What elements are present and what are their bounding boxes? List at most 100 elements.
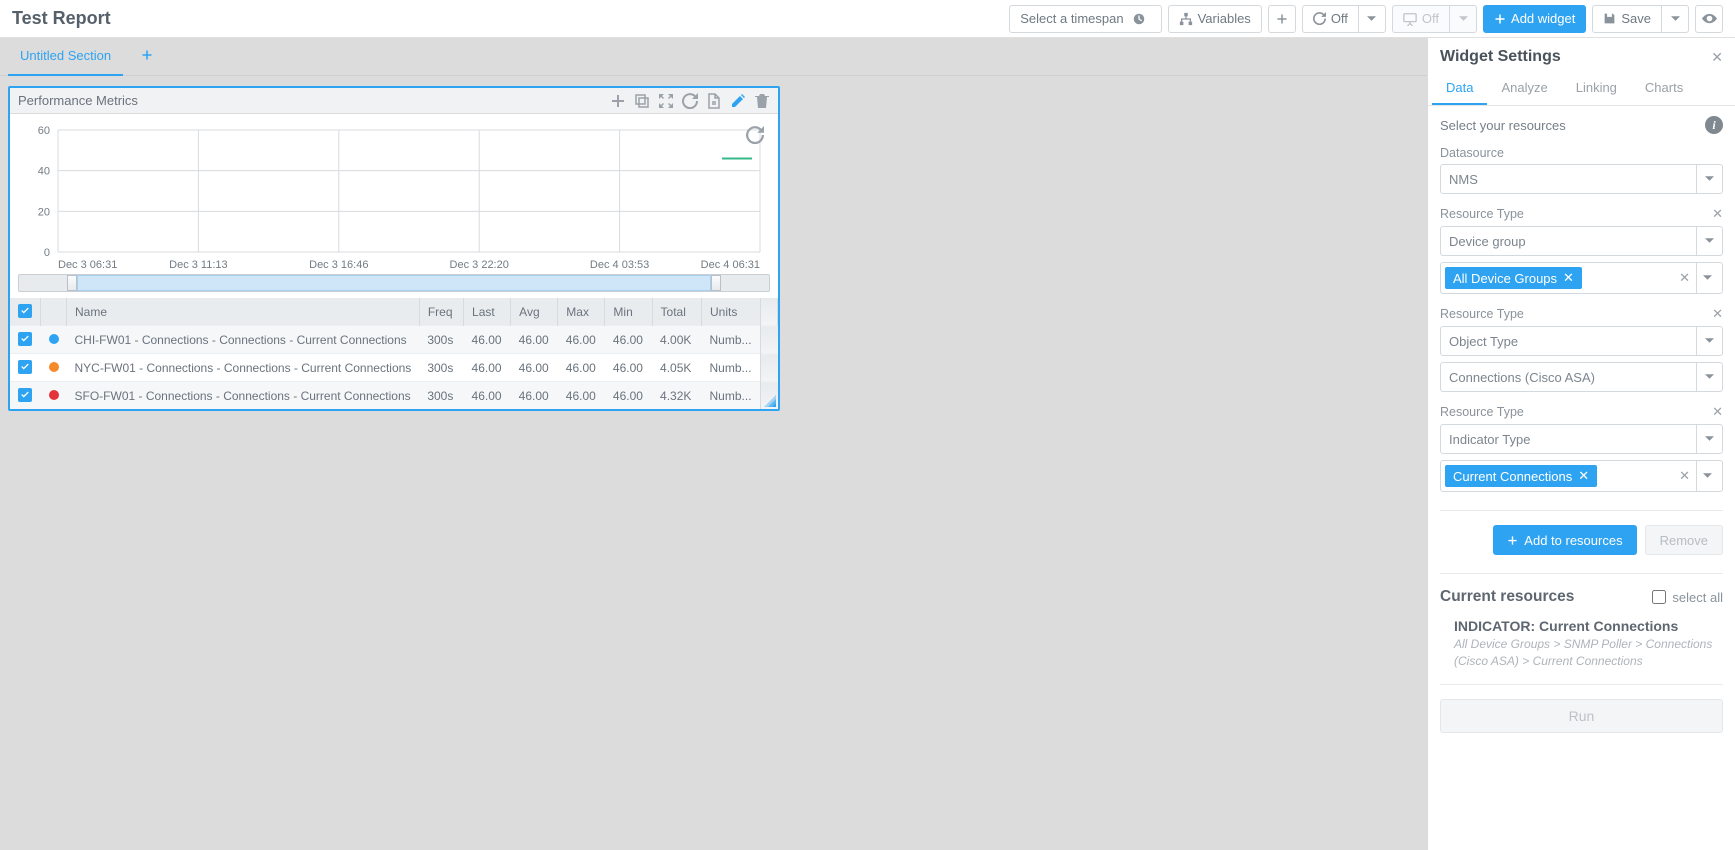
info-icon[interactable]: i (1705, 116, 1723, 134)
label-resource-type-2: Resource Type (1440, 307, 1524, 321)
cell-max: 46.00 (558, 326, 605, 354)
col-last[interactable]: Last (464, 298, 511, 326)
refresh-toggle-button[interactable]: Off (1302, 5, 1358, 33)
section-tabs: Untitled Section (0, 38, 1427, 76)
time-scrubber[interactable] (18, 274, 770, 292)
refresh-group: Off (1302, 5, 1386, 33)
save-dropdown-button[interactable] (1661, 5, 1689, 33)
widget-header: Performance Metrics (10, 88, 778, 114)
col-name[interactable]: Name (67, 298, 420, 326)
row-checkbox[interactable] (18, 332, 32, 346)
tab-untitled-section[interactable]: Untitled Section (8, 38, 123, 76)
widget-title: Performance Metrics (18, 93, 610, 108)
save-button[interactable]: Save (1592, 5, 1661, 33)
chart-refresh-icon[interactable] (746, 126, 764, 144)
cell-freq: 300s (419, 382, 463, 410)
svg-text:60: 60 (38, 125, 50, 137)
plus-icon (1507, 535, 1518, 546)
row-checkbox[interactable] (18, 360, 32, 374)
rt3-tag-input[interactable]: Current Connections ✕ ✕ (1440, 460, 1723, 492)
clear-tags-icon[interactable]: ✕ (1673, 270, 1696, 286)
tag-remove-icon[interactable]: ✕ (1563, 270, 1574, 286)
table-row[interactable]: CHI-FW01 - Connections - Connections - C… (10, 326, 778, 354)
resource-type-1-select[interactable]: Device group (1440, 226, 1723, 256)
presentation-toggle-button[interactable]: Off (1392, 5, 1449, 33)
remove-resource-button[interactable]: Remove (1645, 525, 1723, 555)
resource-type-3-select[interactable]: Indicator Type (1440, 424, 1723, 454)
widget-add-icon[interactable] (610, 93, 626, 109)
checkbox-all[interactable] (18, 304, 32, 318)
chevron-down-icon (1705, 338, 1714, 344)
plus-icon (1276, 13, 1288, 25)
col-max[interactable]: Max (558, 298, 605, 326)
col-avg[interactable]: Avg (511, 298, 558, 326)
sidebar-tabs: Data Analyze Linking Charts (1428, 72, 1735, 106)
datasource-select[interactable]: NMS (1440, 164, 1723, 194)
widget-export-icon[interactable] (706, 93, 722, 109)
tab-linking[interactable]: Linking (1562, 72, 1631, 105)
refresh-dropdown-button[interactable] (1358, 5, 1386, 33)
series-color-dot (49, 390, 59, 400)
cell-total: 4.32K (652, 382, 701, 410)
resources-hint: Select your resources (1440, 118, 1566, 133)
widget-expand-icon[interactable] (658, 93, 674, 109)
time-scrubber-handle-right[interactable] (711, 275, 721, 291)
col-min[interactable]: Min (605, 298, 652, 326)
current-resources-heading: Current resources (1440, 588, 1652, 606)
widget-refresh-icon[interactable] (682, 93, 698, 109)
table-row[interactable]: NYC-FW01 - Connections - Connections - C… (10, 354, 778, 382)
variables-button[interactable]: Variables (1168, 5, 1262, 33)
add-to-resources-button[interactable]: Add to resources (1493, 525, 1636, 555)
resource-type-2-value-select[interactable]: Connections (Cisco ASA) (1440, 362, 1723, 392)
add-button[interactable] (1268, 5, 1296, 33)
resource-item[interactable]: INDICATOR: Current Connections All Devic… (1440, 614, 1723, 680)
widget-performance-metrics[interactable]: Performance Metrics 0204060Dec 3 06:31De… (8, 86, 780, 411)
presentation-group: Off (1392, 5, 1477, 33)
presentation-dropdown-button[interactable] (1449, 5, 1477, 33)
tab-analyze[interactable]: Analyze (1487, 72, 1561, 105)
rt1-tag-input[interactable]: All Device Groups ✕ ✕ (1440, 262, 1723, 294)
remove-rt3-icon[interactable]: ✕ (1712, 404, 1723, 420)
clear-tags-icon[interactable]: ✕ (1673, 468, 1696, 484)
cell-last: 46.00 (464, 382, 511, 410)
table-row[interactable]: SFO-FW01 - Connections - Connections - C… (10, 382, 778, 410)
svg-text:Dec 3 11:13: Dec 3 11:13 (169, 259, 228, 271)
svg-text:40: 40 (38, 166, 50, 178)
select-all-checkbox[interactable] (1652, 590, 1666, 604)
chevron-down-icon (1367, 16, 1376, 22)
remove-rt2-icon[interactable]: ✕ (1712, 306, 1723, 322)
widget-resize-grip[interactable] (764, 395, 776, 407)
tag-remove-icon[interactable]: ✕ (1578, 468, 1589, 484)
widget-edit-icon[interactable] (730, 93, 746, 109)
widget-copy-icon[interactable] (634, 93, 650, 109)
chevron-down-icon (1705, 374, 1714, 380)
add-widget-button[interactable]: Add widget (1483, 5, 1586, 33)
close-icon[interactable]: ✕ (1711, 49, 1723, 66)
preview-button[interactable] (1695, 5, 1723, 33)
time-scrubber-handle-left[interactable] (67, 275, 77, 291)
tab-charts[interactable]: Charts (1631, 72, 1697, 105)
row-checkbox[interactable] (18, 388, 32, 402)
widget-delete-icon[interactable] (754, 93, 770, 109)
resource-type-2-select[interactable]: Object Type (1440, 326, 1723, 356)
cell-last: 46.00 (464, 326, 511, 354)
time-scrubber-range[interactable] (77, 275, 711, 291)
remove-rt1-icon[interactable]: ✕ (1712, 206, 1723, 222)
col-total[interactable]: Total (652, 298, 701, 326)
select-all-label[interactable]: select all (1652, 590, 1723, 605)
col-freq[interactable]: Freq (419, 298, 463, 326)
cell-total: 4.05K (652, 354, 701, 382)
series-color-dot (49, 362, 59, 372)
cell-freq: 300s (419, 354, 463, 382)
col-units[interactable]: Units (702, 298, 761, 326)
save-group: Save (1592, 5, 1689, 33)
svg-text:20: 20 (38, 206, 50, 218)
label-resource-type-3: Resource Type (1440, 405, 1524, 419)
timespan-button[interactable]: Select a timespan (1009, 5, 1161, 33)
svg-text:0: 0 (44, 247, 50, 259)
cell-units: Numb... (702, 382, 761, 410)
tab-data[interactable]: Data (1432, 72, 1487, 105)
chevron-down-icon (1671, 16, 1680, 22)
add-section-button[interactable] (141, 49, 153, 64)
run-button[interactable]: Run (1440, 699, 1723, 733)
